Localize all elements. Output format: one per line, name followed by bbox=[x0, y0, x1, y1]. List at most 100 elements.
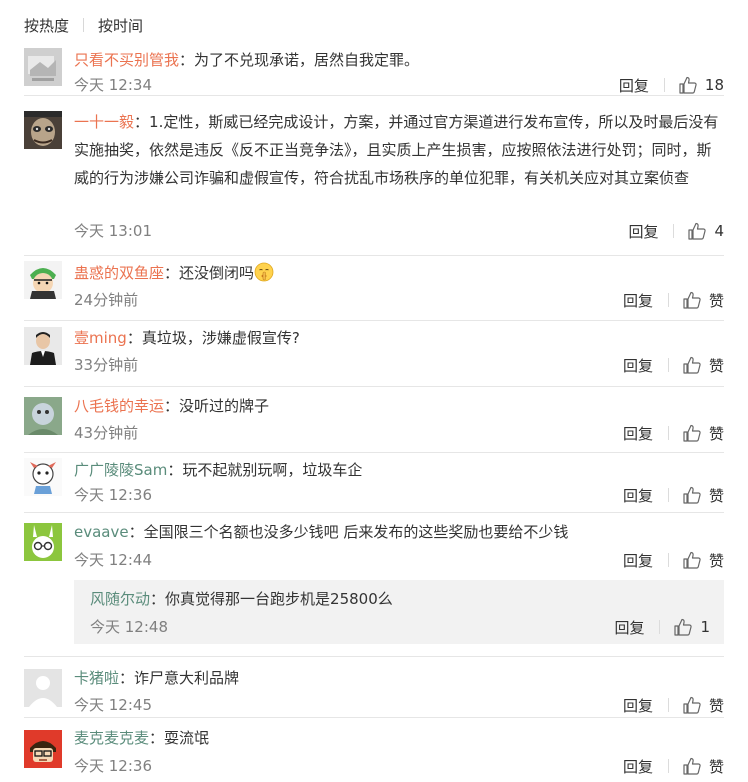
like-button[interactable]: 1 bbox=[673, 617, 710, 637]
like-count: 4 bbox=[714, 222, 724, 240]
comment-list: 只看不买别管我：为了不兑现承诺，居然自我定罪。 今天 12:34 回复 18 一… bbox=[24, 40, 724, 782]
action-divider bbox=[667, 488, 669, 502]
comment-text: 八毛钱的幸运：没听过的牌子 bbox=[74, 397, 270, 415]
username-link[interactable]: 蛊惑的双鱼座 bbox=[74, 264, 164, 282]
comment-item: 一十一毅：1.定性，斯威已经完成设计，方案，并通过官方渠道进行发布宣传，所以及时… bbox=[24, 96, 724, 256]
reply-button[interactable]: 回复 bbox=[623, 550, 653, 571]
comment-item: 壹ming：真垃圾，涉嫌虚假宣传? 33分钟前 回复 赞 bbox=[24, 321, 724, 387]
avatar[interactable] bbox=[24, 261, 62, 299]
like-button[interactable]: 赞 bbox=[682, 355, 724, 376]
like-label: 赞 bbox=[708, 551, 724, 570]
like-label: 赞 bbox=[708, 696, 724, 715]
action-divider bbox=[673, 224, 675, 238]
timestamp: 今天 12:45 bbox=[74, 696, 152, 714]
username-link[interactable]: 只看不买别管我 bbox=[74, 51, 179, 69]
username-link[interactable]: 麦克麦克麦 bbox=[74, 729, 149, 747]
thumbs-up-icon bbox=[683, 696, 701, 714]
tab-sort-by-hot[interactable]: 按热度 bbox=[24, 15, 69, 36]
thumbs-up-icon bbox=[679, 76, 697, 94]
tab-divider bbox=[83, 18, 85, 32]
like-button[interactable]: 赞 bbox=[682, 485, 724, 506]
like-count: 18 bbox=[704, 76, 724, 94]
avatar[interactable] bbox=[24, 458, 62, 496]
comment-item: 广广陵陵Sam：玩不起就别玩啊，垃圾车企 今天 12:36 回复 赞 bbox=[24, 453, 724, 513]
avatar[interactable] bbox=[24, 523, 62, 561]
avatar[interactable] bbox=[24, 48, 62, 86]
comment-item: 八毛钱的幸运：没听过的牌子 43分钟前 回复 赞 bbox=[24, 387, 724, 453]
comment-item: 卡猪啦：诈尸意大利品牌 今天 12:45 回复 赞 bbox=[24, 657, 724, 718]
avatar[interactable] bbox=[24, 111, 62, 149]
reply-button[interactable]: 回复 bbox=[623, 290, 653, 311]
timestamp: 今天 12:48 bbox=[90, 618, 168, 636]
reply-button[interactable]: 回复 bbox=[623, 355, 653, 376]
like-button[interactable]: 赞 bbox=[682, 695, 724, 716]
reply-button[interactable]: 回复 bbox=[619, 75, 649, 96]
timestamp: 今天 13:01 bbox=[74, 222, 152, 240]
thumbs-up-icon bbox=[683, 291, 701, 309]
thumbs-up-icon bbox=[683, 356, 701, 374]
thumbs-up-icon bbox=[683, 486, 701, 504]
reply-button[interactable]: 回复 bbox=[623, 695, 653, 716]
like-button[interactable]: 4 bbox=[687, 221, 724, 241]
comment-text: evaave：全国限三个名额也没多少钱吧 后来发布的这些奖励也要给不少钱 bbox=[74, 523, 569, 541]
action-divider bbox=[667, 426, 669, 440]
comment-meta: 43分钟前 回复 赞 bbox=[74, 422, 724, 444]
comment-text: 壹ming：真垃圾，涉嫌虚假宣传? bbox=[74, 329, 300, 347]
thumbs-up-icon bbox=[674, 618, 693, 636]
username-link[interactable]: 风随尔动 bbox=[90, 590, 150, 608]
username-link[interactable]: 卡猪啦 bbox=[74, 669, 119, 687]
sub-reply-text: 风随尔动：你真觉得那一台跑步机是25800么 bbox=[90, 590, 393, 608]
avatar[interactable] bbox=[24, 669, 62, 707]
avatar[interactable] bbox=[24, 327, 62, 365]
comment-meta: 今天 13:01 回复 4 bbox=[74, 220, 724, 242]
username-link[interactable]: 广广陵陵Sam bbox=[74, 461, 167, 479]
action-divider bbox=[667, 759, 669, 773]
like-label: 赞 bbox=[708, 486, 724, 505]
like-label: 赞 bbox=[708, 757, 724, 776]
sub-reply: 风随尔动：你真觉得那一台跑步机是25800么 今天 12:48 回复 1 bbox=[74, 580, 724, 644]
action-divider bbox=[667, 293, 669, 307]
like-button[interactable]: 赞 bbox=[682, 290, 724, 311]
timestamp: 今天 12:36 bbox=[74, 486, 152, 504]
comment-meta: 今天 12:36 回复 赞 bbox=[74, 755, 724, 777]
username-link[interactable]: 一十一毅 bbox=[74, 113, 134, 131]
shush-emoji-icon bbox=[254, 262, 274, 282]
comment-meta: 今天 12:36 回复 赞 bbox=[74, 484, 724, 506]
like-button[interactable]: 18 bbox=[678, 75, 724, 95]
thumbs-up-icon bbox=[683, 424, 701, 442]
like-count: 1 bbox=[700, 618, 710, 636]
action-divider bbox=[667, 698, 669, 712]
comment-meta: 33分钟前 回复 赞 bbox=[74, 354, 724, 376]
like-button[interactable]: 赞 bbox=[682, 756, 724, 777]
like-label: 赞 bbox=[708, 356, 724, 375]
like-button[interactable]: 赞 bbox=[682, 550, 724, 571]
comment-item: 只看不买别管我：为了不兑现承诺，居然自我定罪。 今天 12:34 回复 18 bbox=[24, 40, 724, 96]
tab-sort-by-time[interactable]: 按时间 bbox=[98, 15, 143, 36]
comment-text: 一十一毅：1.定性，斯威已经完成设计，方案，并通过官方渠道进行发布宣传，所以及时… bbox=[74, 113, 719, 187]
username-link[interactable]: 壹ming bbox=[74, 329, 127, 347]
reply-button[interactable]: 回复 bbox=[614, 617, 644, 638]
reply-button[interactable]: 回复 bbox=[623, 485, 653, 506]
like-label: 赞 bbox=[708, 291, 724, 310]
comment-text: 卡猪啦：诈尸意大利品牌 bbox=[74, 669, 240, 687]
comment-text: 蛊惑的双鱼座：还没倒闭吗 bbox=[74, 259, 724, 287]
comment-item: evaave：全国限三个名额也没多少钱吧 后来发布的这些奖励也要给不少钱 今天 … bbox=[24, 513, 724, 657]
thumbs-up-icon bbox=[683, 757, 701, 775]
username-link[interactable]: 八毛钱的幸运 bbox=[74, 397, 164, 415]
action-divider bbox=[667, 358, 669, 372]
username-link[interactable]: evaave bbox=[74, 523, 129, 541]
reply-button[interactable]: 回复 bbox=[623, 423, 653, 444]
sub-reply-meta: 今天 12:48 回复 1 bbox=[90, 616, 710, 638]
comment-text: 只看不买别管我：为了不兑现承诺，居然自我定罪。 bbox=[74, 51, 420, 69]
avatar[interactable] bbox=[24, 730, 62, 768]
reply-button[interactable]: 回复 bbox=[623, 756, 653, 777]
action-divider bbox=[663, 78, 665, 92]
like-button[interactable]: 赞 bbox=[682, 423, 724, 444]
avatar[interactable] bbox=[24, 397, 62, 435]
comment-text: 广广陵陵Sam：玩不起就别玩啊，垃圾车企 bbox=[74, 461, 363, 479]
timestamp: 今天 12:36 bbox=[74, 757, 152, 775]
action-divider bbox=[659, 620, 661, 634]
reply-button[interactable]: 回复 bbox=[628, 221, 658, 242]
comment-meta: 今天 12:44 回复 赞 bbox=[74, 549, 724, 571]
thumbs-up-icon bbox=[683, 551, 701, 569]
